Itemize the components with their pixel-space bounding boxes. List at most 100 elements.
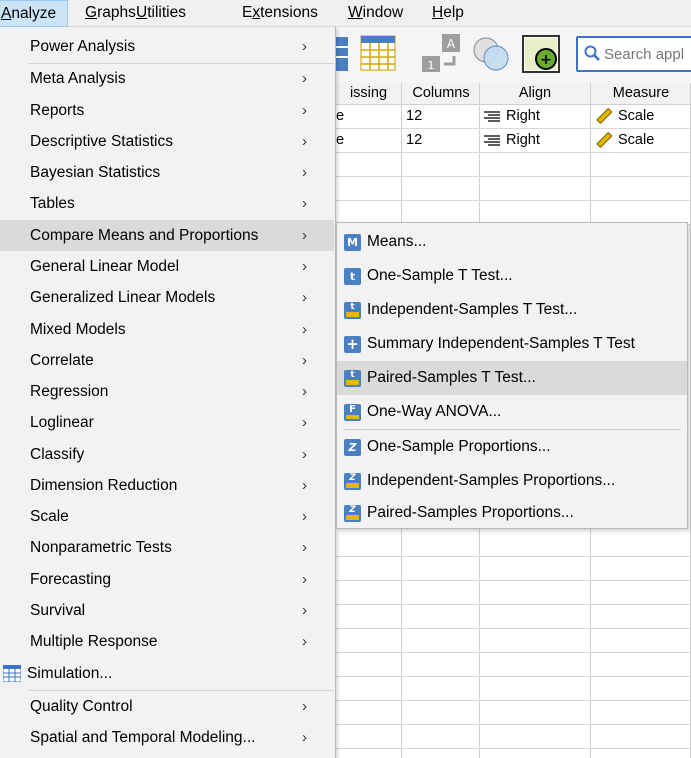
chevron-right-icon: ›: [302, 698, 307, 715]
means-icon: M: [344, 234, 361, 251]
search-box[interactable]: [576, 36, 691, 72]
chevron-right-icon: ›: [302, 602, 307, 619]
menu-help[interactable]: Help: [432, 0, 464, 27]
menu-item-regression[interactable]: Regression ›: [0, 376, 334, 407]
table-row[interactable]: e 12 Right Scale: [336, 105, 691, 129]
chevron-right-icon: ›: [302, 414, 307, 431]
menu-item-loglinear[interactable]: Loglinear ›: [0, 407, 334, 438]
chevron-right-icon: ›: [302, 133, 307, 150]
svg-text:+: +: [540, 52, 552, 68]
summary-t-icon: +: [344, 336, 361, 353]
variable-grid-icon[interactable]: [360, 35, 396, 71]
menu-item-tables[interactable]: Tables ›: [0, 188, 334, 219]
menu-extensions[interactable]: Extensions: [242, 0, 318, 27]
submenu-item-one-sample-proportions[interactable]: Z One-Sample Proportions...: [337, 430, 687, 464]
table-row[interactable]: [336, 653, 691, 677]
svg-text:1: 1: [428, 59, 435, 72]
analyze-menu: Power Analysis › Meta Analysis › Reports › …: [0, 27, 336, 758]
submenu-item-independent-t-test[interactable]: t Independent-Samples T Test...: [337, 293, 687, 327]
chevron-right-icon: ›: [302, 289, 307, 306]
chevron-right-icon: ›: [302, 352, 307, 369]
table-row[interactable]: [336, 581, 691, 605]
menu-window[interactable]: Window: [348, 0, 403, 27]
paired-proportion-icon: Z: [344, 505, 361, 522]
data-view-icon[interactable]: [336, 35, 350, 75]
scale-ruler-icon: [596, 132, 613, 149]
submenu-item-one-way-anova[interactable]: F One-Way ANOVA...: [337, 395, 687, 429]
table-row[interactable]: [336, 701, 691, 725]
t-test-icon: t: [344, 268, 361, 285]
chevron-right-icon: ›: [302, 383, 307, 400]
anova-icon: F: [344, 404, 361, 421]
submenu-item-summary-t-test[interactable]: + Summary Independent-Samples T Test: [337, 327, 687, 361]
table-row[interactable]: [336, 677, 691, 701]
submenu-item-independent-proportions[interactable]: Z Independent-Samples Proportions...: [337, 464, 687, 498]
chevron-right-icon: ›: [302, 321, 307, 338]
chevron-right-icon: ›: [302, 258, 307, 275]
table-row[interactable]: [336, 629, 691, 653]
independent-proportion-icon: Z: [344, 473, 361, 490]
menu-item-scale[interactable]: Scale ›: [0, 501, 334, 532]
menu-item-simulation[interactable]: Simulation...: [0, 658, 334, 689]
menu-analyze[interactable]: Analyze: [0, 0, 68, 27]
align-right-icon: [484, 135, 500, 146]
submenu-item-paired-proportions[interactable]: Z Paired-Samples Proportions...: [337, 496, 687, 530]
menu-item-compare-means[interactable]: Compare Means and Proportions ›: [0, 220, 334, 251]
menu-item-general-linear-model[interactable]: General Linear Model ›: [0, 251, 334, 282]
menu-graphs[interactable]: Graphs: [85, 0, 136, 27]
independent-t-icon: t: [344, 302, 361, 319]
chevron-right-icon: ›: [302, 539, 307, 556]
menu-item-forecasting[interactable]: Forecasting ›: [0, 564, 334, 595]
paired-t-icon: t: [344, 370, 361, 387]
menu-item-correlate[interactable]: Correlate ›: [0, 345, 334, 376]
search-icon: [584, 45, 600, 61]
simulation-icon: [3, 665, 21, 682]
menu-item-multiple-response[interactable]: Multiple Response ›: [0, 626, 334, 657]
menu-item-bayesian-statistics[interactable]: Bayesian Statistics ›: [0, 157, 334, 188]
table-row[interactable]: [336, 557, 691, 581]
chevron-right-icon: ›: [302, 508, 307, 525]
chevron-right-icon: ›: [302, 729, 307, 746]
menu-item-classify[interactable]: Classify ›: [0, 439, 334, 470]
menu-item-power-analysis[interactable]: Power Analysis ›: [0, 31, 334, 62]
menu-item-spatial-temporal[interactable]: Spatial and Temporal Modeling... ›: [0, 722, 334, 753]
menu-utilities[interactable]: Utilities: [136, 0, 186, 27]
menu-item-reports[interactable]: Reports ›: [0, 95, 334, 126]
menu-item-survival[interactable]: Survival ›: [0, 595, 334, 626]
table-row[interactable]: [336, 533, 691, 557]
table-row[interactable]: [336, 605, 691, 629]
table-row[interactable]: [336, 725, 691, 749]
menu-item-meta-analysis[interactable]: Meta Analysis ›: [0, 63, 334, 94]
chevron-right-icon: ›: [302, 38, 307, 55]
select-cases-icon[interactable]: [470, 34, 514, 74]
search-input[interactable]: [604, 43, 691, 65]
svg-text:A: A: [447, 37, 456, 51]
submenu-item-paired-t-test[interactable]: t Paired-Samples T Test...: [337, 361, 687, 395]
menu-item-dimension-reduction[interactable]: Dimension Reduction ›: [0, 470, 334, 501]
submenu-item-means[interactable]: M Means...: [337, 225, 687, 259]
menu-item-generalized-linear-models[interactable]: Generalized Linear Models ›: [0, 282, 334, 313]
menu-item-descriptive-statistics[interactable]: Descriptive Statistics ›: [0, 126, 334, 157]
menu-bar: Analyze Graphs Utilities Extensions Wind…: [0, 0, 691, 27]
chevron-right-icon: ›: [302, 477, 307, 494]
table-row[interactable]: [336, 177, 691, 201]
chevron-right-icon: ›: [302, 164, 307, 181]
chevron-right-icon: ›: [302, 102, 307, 119]
menu-item-nonparametric-tests[interactable]: Nonparametric Tests ›: [0, 532, 334, 563]
chevron-right-icon: ›: [302, 195, 307, 212]
chevron-right-icon: ›: [302, 633, 307, 650]
scale-ruler-icon: [596, 108, 613, 125]
table-row[interactable]: e 12 Right Scale: [336, 129, 691, 153]
compare-means-submenu: M Means... t One-Sample T Test... t Inde…: [336, 222, 688, 529]
proportion-icon: Z: [344, 439, 361, 456]
add-variable-icon[interactable]: +: [522, 35, 562, 73]
chevron-right-icon: ›: [302, 446, 307, 463]
chevron-right-icon: ›: [302, 571, 307, 588]
align-right-icon: [484, 111, 500, 122]
chevron-right-icon: ›: [302, 70, 307, 87]
menu-item-mixed-models[interactable]: Mixed Models ›: [0, 314, 334, 345]
submenu-item-one-sample-t-test[interactable]: t One-Sample T Test...: [337, 259, 687, 293]
table-row[interactable]: [336, 153, 691, 177]
weight-cases-icon[interactable]: A 1: [420, 34, 462, 74]
menu-item-quality-control[interactable]: Quality Control ›: [0, 691, 334, 722]
